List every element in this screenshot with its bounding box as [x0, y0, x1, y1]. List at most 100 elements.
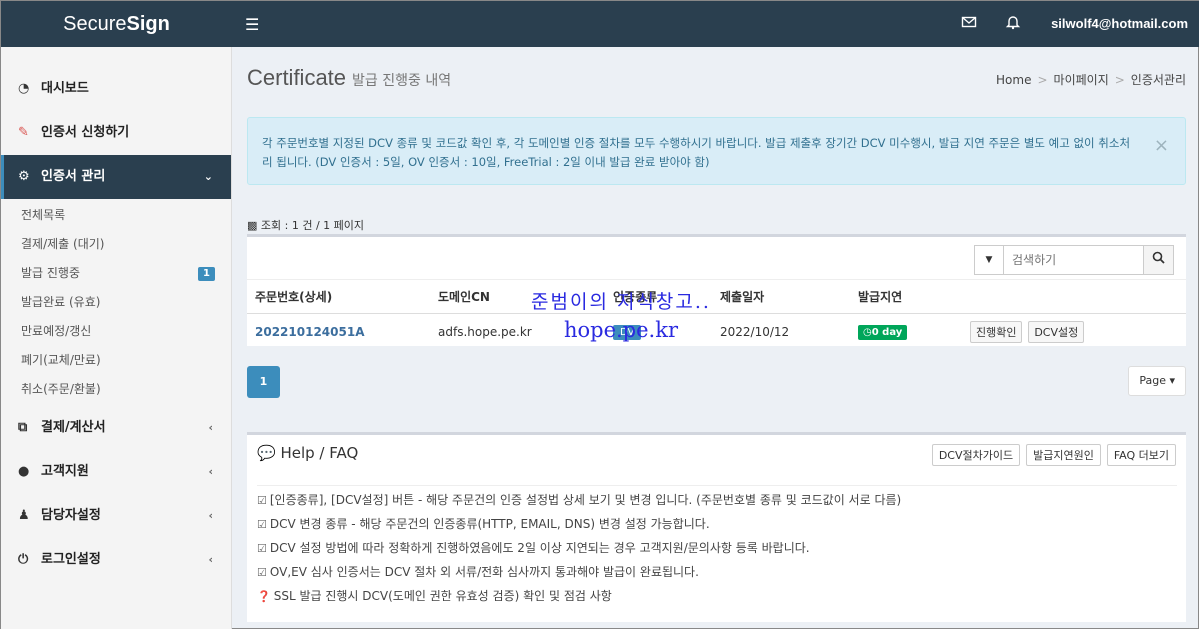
page-title: Certificate 발급 진행중 내역 — [247, 65, 451, 91]
sidebar-item-label: 대시보드 — [41, 81, 89, 96]
alert-text: 각 주문번호별 지정된 DCV 종류 및 코드값 확인 후, 각 도메인별 인증… — [262, 136, 1131, 169]
faq-buttons: DCV절차가이드 발급지연원인 FAQ 더보기 — [931, 444, 1176, 466]
caret-down-icon: ▾ — [1169, 374, 1175, 387]
logo[interactable]: SecureSign — [1, 1, 232, 47]
domain-cell: adfs.hope.pe.kr — [438, 324, 532, 339]
sub-item-revoked[interactable]: 폐기(교체/만료) — [1, 346, 231, 375]
checkbox-icon: ☑ — [257, 542, 267, 555]
sub-item-issuing[interactable]: 발급 진행중 1 — [1, 259, 231, 288]
search-button[interactable] — [1144, 245, 1174, 275]
faq-more-button[interactable]: FAQ 더보기 — [1106, 444, 1176, 466]
table-header-row: 주문번호(상세) 도메인CN 인증종류 제출일자 발급지연 — [247, 279, 1186, 314]
faq-item-text: OV,EV 심사 인증서는 DCV 절차 외 서류/전화 심사까지 통과해야 발… — [269, 565, 699, 579]
bar-chart-icon: ▩ — [247, 219, 258, 232]
main-content: Certificate 발급 진행중 내역 Home > 마이페이지 > 인증서관리 각 … — [233, 47, 1199, 629]
search-input[interactable] — [1004, 245, 1144, 275]
faq-item: ☑ OV,EV 심사 인증서는 DCV 절차 외 서류/전화 심사까지 통과해야 … — [257, 560, 1177, 584]
sub-item-cancelled[interactable]: 취소(주문/환불) — [1, 375, 231, 404]
order-number-link[interactable]: 202210124051A — [255, 325, 364, 339]
breadcrumb-current: 인증서관리 — [1130, 73, 1186, 87]
chevron-left-icon: ‹ — [208, 465, 213, 478]
count-badge: 1 — [198, 267, 215, 281]
sidebar-item-apply-certificate[interactable]: ✎ 인증서 신청하기 — [1, 111, 231, 155]
column-header[interactable]: 도메인CN — [430, 279, 605, 314]
sidebar-item-contacts[interactable]: ♟ 담당자설정 ‹ — [1, 494, 231, 538]
chevron-left-icon: ‹ — [208, 509, 213, 522]
power-icon: ⏻ — [18, 552, 29, 567]
top-navbar: SecureSign ☰ silwolf4@hotmail.com — [1, 1, 1199, 47]
faq-item-text: DCV 변경 종류 - 해당 주문건의 인증종류(HTTP, EMAIL, DN… — [269, 517, 710, 531]
column-header[interactable]: 주문번호(상세) — [247, 279, 430, 314]
column-header[interactable]: 제출일자 — [712, 279, 850, 314]
clock-icon: ◷ — [863, 326, 872, 338]
checkbox-icon: ☑ — [257, 518, 267, 531]
sub-item-label: 폐기(교체/만료) — [21, 353, 101, 367]
breadcrumb-home[interactable]: Home — [996, 73, 1031, 87]
edit-icon: ✎ — [18, 125, 29, 140]
checkbox-icon: ☑ — [257, 494, 267, 507]
faq-item: ☑ DCV 설정 방법에 따라 정확하게 진행하였음에도 2일 이상 지연되는 경… — [257, 536, 1177, 560]
submit-date-cell: 2022/10/12 — [720, 324, 790, 339]
page-dropdown[interactable]: Page ▾ — [1128, 366, 1186, 396]
sidebar-item-label: 고객지원 — [41, 464, 89, 479]
delay-reason-button[interactable]: 발급지연원인 — [1026, 444, 1101, 466]
progress-check-button[interactable]: 진행확인 — [970, 320, 1023, 343]
column-header[interactable]: 인증종류 — [605, 279, 712, 314]
comment-icon: 💬 — [257, 444, 276, 462]
faq-item: ☑ DCV 변경 종류 - 해당 주문건의 인증종류(HTTP, EMAIL, D… — [257, 512, 1177, 536]
result-count-text: 조회 : 1 건 / 1 페이지 — [260, 219, 365, 232]
sub-item-expiring[interactable]: 만료예정/갱신 — [1, 317, 231, 346]
column-header-actions — [960, 279, 1186, 314]
search-icon — [1152, 251, 1165, 264]
pagination-page-1[interactable]: 1 — [247, 366, 280, 398]
sidebar-item-certificate-management[interactable]: ⚙ 인증서 관리 ⌄ — [1, 155, 231, 199]
sub-item-label: 전체목록 — [21, 208, 66, 222]
close-icon[interactable]: × — [1154, 136, 1169, 155]
faq-item-link[interactable]: ❓ SSL 발급 진행시 DCV(도메인 권한 유효성 검증) 확인 및 점검 사… — [257, 584, 1177, 608]
sub-item-all[interactable]: 전체목록 — [1, 201, 231, 230]
sub-item-payment-pending[interactable]: 결제/제출 (대기) — [1, 230, 231, 259]
dcv-settings-button[interactable]: DCV설정 — [1028, 320, 1085, 343]
dcv-guide-button[interactable]: DCV절차가이드 — [931, 444, 1021, 466]
column-header[interactable]: 발급지연 — [850, 279, 960, 314]
bell-icon[interactable] — [1005, 14, 1025, 34]
delay-text: 0 day — [871, 326, 903, 338]
breadcrumb: Home > 마이페이지 > 인증서관리 — [996, 71, 1186, 88]
faq-item-text: DCV 설정 방법에 따라 정확하게 진행하였음에도 2일 이상 지연되는 경우… — [269, 541, 810, 555]
chevron-left-icon: ‹ — [208, 553, 213, 566]
menu-toggle-icon[interactable]: ☰ — [245, 15, 259, 34]
sidebar-item-billing[interactable]: ⧉ 결제/계산서 ‹ — [1, 406, 231, 450]
sidebar-item-login-settings[interactable]: ⏻ 로그인설정 ‹ — [1, 538, 231, 582]
faq-item: ☑ [인증종류], [DCV설정] 버튼 - 해당 주문건의 인증 설정법 상세 … — [257, 488, 1177, 512]
gears-icon: ⚙ — [18, 169, 30, 184]
sub-item-label: 발급완료 (유효) — [21, 295, 101, 309]
checkbox-icon: ☑ — [257, 566, 267, 579]
search-filter-dropdown[interactable]: ▼ — [974, 245, 1004, 275]
sidebar-item-support[interactable]: ● 고객지원 ‹ — [1, 450, 231, 494]
page-dropdown-label: Page — [1139, 374, 1166, 387]
delay-badge: ◷0 day — [858, 324, 908, 340]
certificate-list-box: ▼ 주문번호(상세) 도메인CN 인증종류 제출일자 발급지연 20221012 — [247, 234, 1186, 346]
sidebar-item-label: 담당자설정 — [41, 508, 101, 523]
sub-item-label: 취소(주문/환불) — [21, 382, 101, 396]
chevron-left-icon: ‹ — [208, 421, 213, 434]
faq-title: 💬 Help / FAQ — [257, 444, 358, 462]
user-email[interactable]: silwolf4@hotmail.com — [1051, 16, 1188, 31]
search-bar: ▼ — [974, 245, 1174, 275]
page-title-text: Certificate — [247, 65, 347, 90]
chevron-down-icon: ⌄ — [203, 170, 213, 183]
submenu: 전체목록 결제/제출 (대기) 발급 진행중 1 발급완료 (유효) 만료예정/갱… — [1, 199, 231, 406]
result-count: ▩ 조회 : 1 건 / 1 페이지 — [247, 217, 364, 233]
breadcrumb-mypage[interactable]: 마이페이지 — [1054, 73, 1109, 87]
page-subtitle: 발급 진행중 내역 — [352, 73, 452, 89]
dcv-type-button[interactable]: DV — [613, 324, 642, 340]
sub-item-issued[interactable]: 발급완료 (유효) — [1, 288, 231, 317]
sidebar-item-label: 로그인설정 — [41, 552, 101, 567]
users-icon: ♟ — [18, 508, 30, 523]
sub-item-label: 결제/제출 (대기) — [21, 237, 105, 251]
dashboard-icon: ◔ — [18, 81, 30, 96]
envelope-icon[interactable] — [961, 14, 981, 34]
sidebar-item-dashboard[interactable]: ◔ 대시보드 — [1, 67, 231, 111]
faq-box: 💬 Help / FAQ DCV절차가이드 발급지연원인 FAQ 더보기 ☑ [인… — [247, 432, 1186, 622]
comments-icon: ● — [18, 464, 30, 479]
